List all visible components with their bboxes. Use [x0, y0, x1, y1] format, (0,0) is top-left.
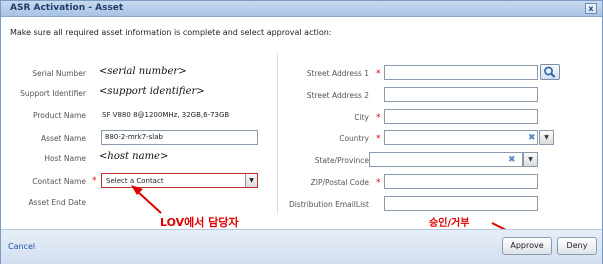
- annotation-arrows: [131, 185, 522, 238]
- approve-button[interactable]: Approve: [502, 237, 552, 255]
- cancel-link[interactable]: Cancel: [8, 242, 35, 251]
- annotation-arrow-contact: [136, 190, 162, 214]
- deny-button[interactable]: Deny: [557, 237, 597, 255]
- annotation-approve: 승인/거부: [429, 218, 470, 229]
- asr-activation-dialog: ASR Activation - Asset x Make sure all r…: [0, 0, 603, 264]
- dialog-footer: Cancel Approve Deny: [1, 229, 602, 264]
